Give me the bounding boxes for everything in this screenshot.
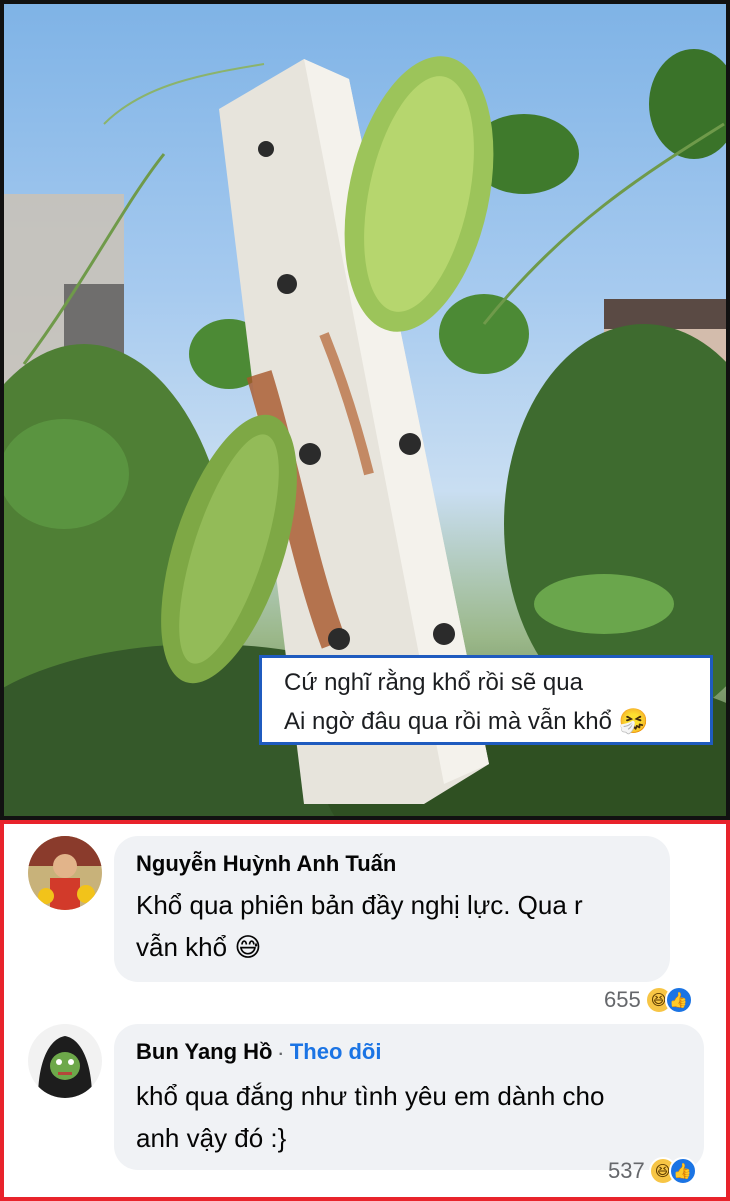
- user-photo-icon: [28, 836, 102, 910]
- reaction-summary[interactable]: 537 😆 👍: [608, 1157, 697, 1185]
- follow-button[interactable]: Theo dõi: [290, 1039, 382, 1064]
- separator-dot: ·: [278, 1046, 284, 1063]
- pepe-avatar-icon: [28, 1024, 102, 1098]
- comment-text-line-2: vẫn khổ: [136, 932, 228, 962]
- reaction-icons: 😆 👍: [648, 1157, 697, 1185]
- avatar[interactable]: [28, 836, 102, 910]
- like-icon: 👍: [668, 1157, 697, 1185]
- comment-bubble: Bun Yang Hồ · Theo dõi khổ qua đắng như tì…: [114, 1024, 704, 1170]
- like-icon: 👍: [664, 986, 693, 1014]
- comment-text: khổ qua đắng như tình yêu em dành cho an…: [136, 1075, 682, 1159]
- comment-bubble: Nguyễn Huỳnh Anh Tuấn Khổ qua phiên bản …: [114, 836, 670, 982]
- caption-line-1: Cứ nghĩ rằng khổ rồi sẽ qua: [284, 669, 583, 696]
- meme-photo: Cứ nghĩ rằng khổ rồi sẽ qua Ai ngờ đâu q…: [0, 0, 730, 820]
- comment-text-line-1: khổ qua đắng như tình yêu em dành cho: [136, 1081, 605, 1111]
- comments-section: Nguyễn Huỳnh Anh Tuấn Khổ qua phiên bản …: [0, 820, 730, 1201]
- reaction-summary[interactable]: 655 😆 👍: [604, 986, 693, 1014]
- reaction-icons: 😆 👍: [644, 986, 693, 1014]
- avatar[interactable]: [28, 1024, 102, 1098]
- comment-author[interactable]: Nguyễn Huỳnh Anh Tuấn: [136, 850, 648, 878]
- caption-line-2: Ai ngờ đâu qua rồi mà vẫn khổ 🤧: [284, 702, 688, 741]
- grinning-sweat-emoji-icon: 😅: [234, 933, 262, 963]
- comment-text: Khổ qua phiên bản đầy nghị lực. Qua r vẫ…: [136, 884, 648, 969]
- caption-line-2-text: Ai ngờ đâu qua rồi mà vẫn khổ: [284, 708, 612, 735]
- sneezing-face-emoji-icon: 🤧: [618, 707, 649, 735]
- reaction-count: 537: [608, 1158, 645, 1183]
- comment-text-line-1: Khổ qua phiên bản đầy nghị lực. Qua r: [136, 890, 583, 920]
- reaction-count: 655: [604, 987, 641, 1012]
- comment-text-line-2: anh vậy đó :}: [136, 1123, 287, 1153]
- meme-caption: Cứ nghĩ rằng khổ rồi sẽ qua Ai ngờ đâu q…: [259, 655, 713, 745]
- comment-header: Bun Yang Hồ · Theo dõi: [136, 1038, 682, 1069]
- comment-author[interactable]: Bun Yang Hồ: [136, 1039, 273, 1064]
